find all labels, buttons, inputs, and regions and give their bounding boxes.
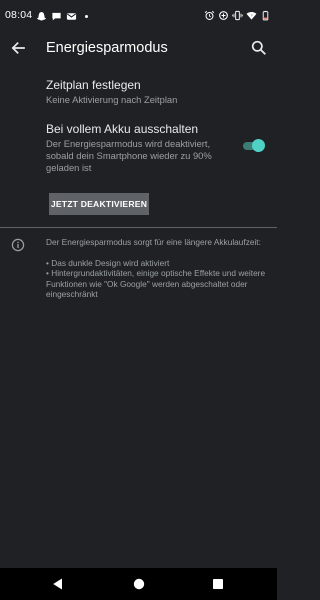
turn-off-when-charged-setting[interactable]: Bei vollem Akku ausschalten Der Energies… — [46, 122, 226, 174]
notification-dot-icon — [81, 11, 92, 22]
search-icon[interactable] — [249, 38, 269, 58]
nav-home-icon[interactable] — [131, 576, 147, 592]
status-bar: 08:04 ? — [0, 0, 277, 30]
app-toolbar: Energiesparmodus — [0, 30, 277, 68]
gmail-icon — [66, 11, 77, 22]
alarm-icon — [204, 10, 215, 21]
data-saver-icon — [218, 10, 229, 21]
vibrate-icon — [232, 10, 243, 21]
wifi-icon: ? — [246, 10, 257, 21]
turn-off-when-charged-title: Bei vollem Akku ausschalten — [46, 122, 199, 136]
nav-back-icon[interactable] — [50, 576, 66, 592]
status-system-icons: ? — [204, 9, 271, 21]
info-footer-text: Der Energiesparmodus sorgt für eine läng… — [46, 237, 268, 300]
info-bullet-background-activity: • Hintergrundaktivitäten, einige optisch… — [46, 268, 266, 299]
status-notification-icons — [36, 10, 92, 22]
snapchat-icon — [36, 11, 47, 22]
section-divider — [0, 227, 277, 228]
back-arrow-icon[interactable] — [8, 38, 28, 58]
turn-off-when-charged-summary: Der Energiesparmodus wird deaktiviert, s… — [46, 138, 212, 173]
status-time: 08:04 — [5, 9, 33, 21]
deactivate-now-button[interactable]: JETZT DEAKTIVIEREN — [49, 193, 149, 215]
chat-icon — [51, 11, 62, 22]
schedule-title: Zeitplan festlegen — [46, 78, 141, 92]
system-navigation-bar — [0, 568, 277, 600]
schedule-summary: Keine Aktivierung nach Zeitplan — [46, 94, 178, 105]
info-icon — [11, 238, 25, 252]
info-intro: Der Energiesparmodus sorgt für eine läng… — [46, 237, 261, 247]
schedule-setting[interactable]: Zeitplan festlegen Keine Aktivierung nac… — [46, 78, 256, 106]
nav-recents-icon[interactable] — [210, 576, 226, 592]
turn-off-when-charged-toggle[interactable] — [243, 138, 265, 154]
battery-low-icon — [260, 10, 271, 21]
page-title: Energiesparmodus — [46, 40, 168, 56]
info-bullet-dark-theme: • Das dunkle Design wird aktiviert — [46, 257, 170, 268]
toggle-thumb — [252, 139, 265, 152]
